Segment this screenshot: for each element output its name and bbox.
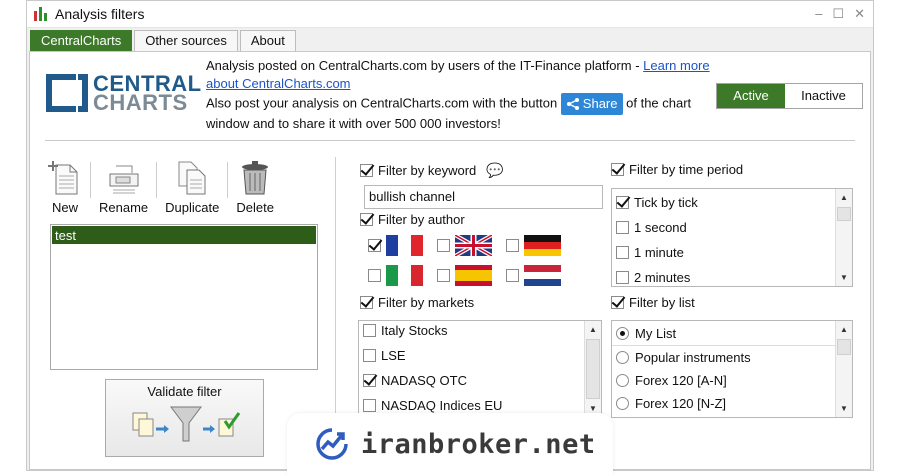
help-bubble-icon[interactable]: 💬 (486, 162, 503, 179)
flag-netherlands[interactable] (506, 265, 561, 286)
flag-france[interactable] (368, 235, 423, 256)
list-item[interactable]: My List (612, 321, 852, 346)
markets-filter-label: Filter by markets (378, 295, 475, 310)
status-toggle: Active Inactive (716, 83, 863, 109)
new-document-icon (48, 161, 78, 195)
list-item[interactable]: Popular instruments (612, 346, 852, 369)
time-filter-toggle[interactable]: Filter by time period (611, 162, 743, 177)
watermark-text: iranbroker.net (361, 428, 596, 460)
divider (45, 140, 855, 141)
trash-icon (242, 161, 269, 195)
time-scrollbar[interactable]: ▲ ▼ (835, 189, 852, 286)
minimize-icon[interactable]: – (815, 6, 822, 22)
list-item[interactable]: 1 second (612, 215, 852, 240)
flag-united-kingdom[interactable] (437, 235, 492, 256)
author-checkbox[interactable] (360, 213, 373, 226)
list-item[interactable]: Italy Stocks (359, 321, 601, 343)
rename-icon (109, 165, 139, 194)
share-label: Share (582, 96, 618, 111)
flag-spain[interactable] (437, 265, 492, 286)
duplicate-button[interactable]: Duplicate (165, 160, 219, 215)
tab-about[interactable]: About (239, 30, 296, 51)
author-filter-label: Filter by author (378, 212, 465, 227)
centralcharts-panel: CENTRAL CHARTS Analysis posted on Centra… (29, 51, 871, 470)
keyword-input[interactable]: bullish channel (364, 185, 603, 209)
list-checkbox[interactable] (611, 296, 624, 309)
list-scrollbar[interactable]: ▲ ▼ (835, 321, 852, 417)
active-button[interactable]: Active (717, 84, 785, 108)
flag-germany[interactable] (506, 235, 561, 256)
growth-chart-logo-icon (316, 428, 348, 460)
scroll-up-icon[interactable]: ▲ (836, 321, 852, 338)
scroll-up-icon[interactable]: ▲ (836, 189, 852, 206)
markets-checkbox[interactable] (360, 296, 373, 309)
list-item[interactable]: 1 minute (612, 240, 852, 265)
title-bar: Analysis filters – ☐ ✕ (27, 1, 873, 28)
validate-filter-button[interactable]: Validate filter (105, 379, 264, 457)
time-checkbox[interactable] (611, 163, 624, 176)
time-filter-label: Filter by time period (629, 162, 744, 177)
new-label: New (51, 200, 78, 215)
delete-label: Delete (236, 200, 274, 215)
funnel-validate-icon (132, 406, 240, 442)
tab-other-sources[interactable]: Other sources (134, 30, 238, 51)
list-item[interactable]: Tick by tick (612, 190, 852, 215)
flag-italy[interactable] (368, 265, 423, 286)
validate-label: Validate filter (147, 384, 222, 399)
inactive-button[interactable]: Inactive (785, 84, 862, 108)
filter-toolbar: New Rename Duplicate Delete (48, 160, 274, 215)
centralcharts-logo: CENTRAL CHARTS (46, 73, 202, 115)
window-title: Analysis filters (55, 6, 145, 22)
logo-line2: CHARTS (93, 90, 188, 115)
list-item[interactable]: NADASQ OTC (359, 368, 601, 393)
info-line2a: Also post your analysis on CentralCharts… (206, 95, 558, 111)
duplicate-label: Duplicate (165, 200, 220, 215)
analysis-filters-window: Analysis filters – ☐ ✕ CentralCharts Oth… (26, 0, 874, 471)
rename-button[interactable]: Rename (99, 160, 148, 215)
markets-scrollbar[interactable]: ▲ ▼ (584, 321, 601, 417)
share-icon (566, 98, 579, 110)
list-item[interactable]: Forex 120 [N-Z] (612, 392, 852, 415)
info-text: Analysis posted on CentralCharts.com by … (206, 57, 716, 133)
author-filter-toggle[interactable]: Filter by author (360, 212, 465, 227)
keyword-filter-label: Filter by keyword (378, 163, 477, 178)
list-item[interactable]: LSE (359, 343, 601, 368)
list-filter-toggle[interactable]: Filter by list (611, 295, 695, 310)
keyword-filter-toggle[interactable]: Filter by keyword 💬 (360, 162, 504, 179)
time-period-list[interactable]: Tick by tick 1 second 1 minute 2 minutes… (611, 188, 853, 287)
markets-list[interactable]: Italy Stocks LSE NADASQ OTC NASDAQ Indic… (358, 320, 602, 418)
new-button[interactable]: New (48, 160, 82, 215)
watermark: iranbroker.net (287, 413, 613, 475)
author-flags (368, 235, 608, 290)
share-button[interactable]: Share (560, 93, 623, 115)
info-line1: Analysis posted on CentralCharts.com by … (206, 58, 644, 73)
filter-list[interactable]: test (50, 224, 318, 370)
list-radio-group[interactable]: My List Popular instruments Forex 120 [A… (611, 320, 853, 418)
list-item[interactable]: 2 minutes (612, 265, 852, 286)
rename-label: Rename (99, 200, 149, 215)
filter-list-item[interactable]: test (52, 226, 316, 244)
list-item[interactable]: Forex 120 [A-N] (612, 369, 852, 392)
duplicate-icon (178, 161, 206, 195)
maximize-icon[interactable]: ☐ (832, 6, 844, 22)
delete-button[interactable]: Delete (236, 160, 274, 215)
tab-centralcharts[interactable]: CentralCharts (30, 30, 133, 51)
uk-flag-icon (455, 235, 492, 256)
scroll-down-icon[interactable]: ▼ (836, 400, 852, 417)
candlestick-app-icon (33, 6, 49, 22)
scroll-down-icon[interactable]: ▼ (836, 269, 852, 286)
markets-filter-toggle[interactable]: Filter by markets (360, 295, 474, 310)
tab-bar: CentralCharts Other sources About (30, 30, 296, 51)
close-icon[interactable]: ✕ (854, 6, 865, 22)
scroll-up-icon[interactable]: ▲ (585, 321, 601, 338)
list-filter-label: Filter by list (629, 295, 695, 310)
keyword-checkbox[interactable] (360, 164, 373, 177)
